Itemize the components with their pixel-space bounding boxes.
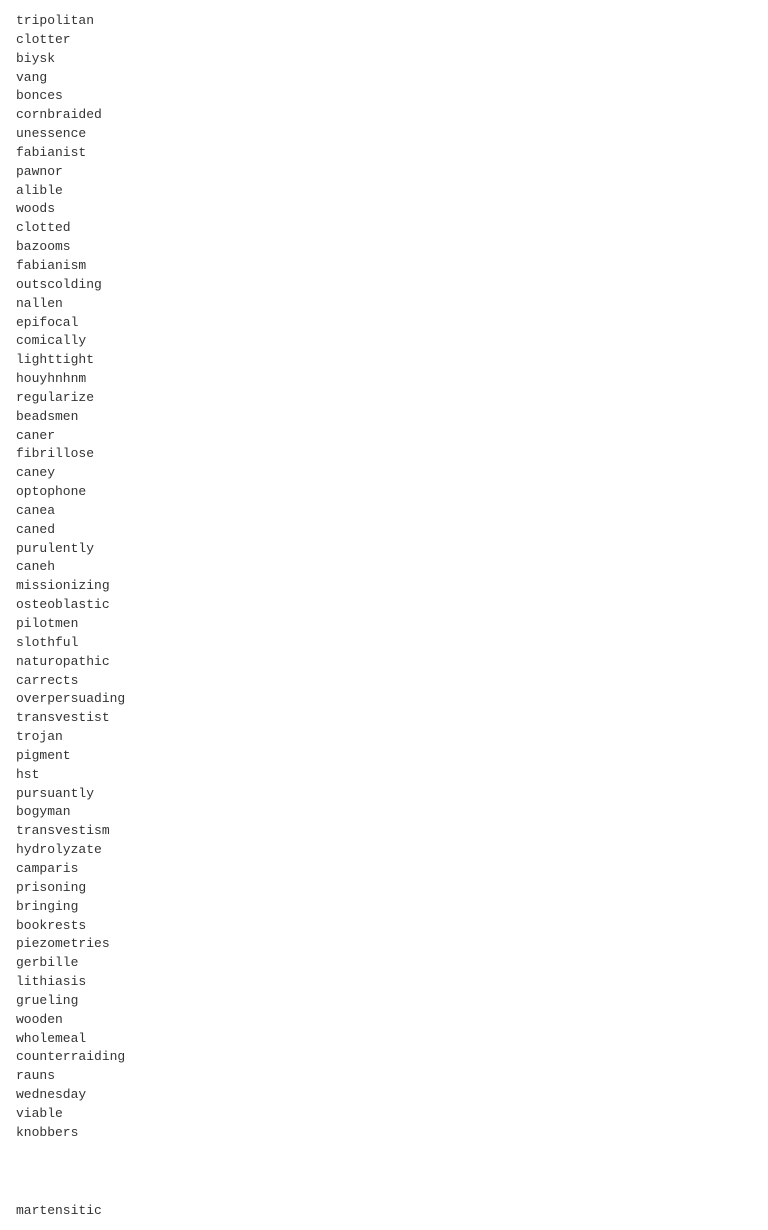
list-item: trojan <box>16 728 752 747</box>
main-word-list: tripolitanclotterbiyskvangboncescornbrai… <box>16 12 752 1143</box>
list-item: epifocal <box>16 314 752 333</box>
list-item: hydrolyzate <box>16 841 752 860</box>
list-item: grueling <box>16 992 752 1011</box>
list-item: caney <box>16 464 752 483</box>
list-item: pilotmen <box>16 615 752 634</box>
list-item: knobbers <box>16 1124 752 1143</box>
list-item: martensitic <box>16 1203 752 1218</box>
list-item: counterraiding <box>16 1048 752 1067</box>
list-item: bonces <box>16 87 752 106</box>
list-item: naturopathic <box>16 653 752 672</box>
list-item: pawnor <box>16 163 752 182</box>
list-item: rauns <box>16 1067 752 1086</box>
list-item: bazooms <box>16 238 752 257</box>
list-item: optophone <box>16 483 752 502</box>
list-item: clotter <box>16 31 752 50</box>
list-item: bookrests <box>16 917 752 936</box>
list-item: osteoblastic <box>16 596 752 615</box>
list-item: comically <box>16 332 752 351</box>
list-item: lighttight <box>16 351 752 370</box>
list-item: purulently <box>16 540 752 559</box>
list-item: transvestist <box>16 709 752 728</box>
list-item: lithiasis <box>16 973 752 992</box>
list-item: woods <box>16 200 752 219</box>
list-item: camparis <box>16 860 752 879</box>
list-item: missionizing <box>16 577 752 596</box>
bottom-word-list: martensitic <box>16 1203 752 1218</box>
list-item: prisoning <box>16 879 752 898</box>
list-item: slothful <box>16 634 752 653</box>
list-item: transvestism <box>16 822 752 841</box>
list-item: fibrillose <box>16 445 752 464</box>
list-item: houyhnhnm <box>16 370 752 389</box>
list-item: biysk <box>16 50 752 69</box>
list-item: nallen <box>16 295 752 314</box>
list-item: bogyman <box>16 803 752 822</box>
list-item: wednesday <box>16 1086 752 1105</box>
list-item: cornbraided <box>16 106 752 125</box>
list-item: tripolitan <box>16 12 752 31</box>
list-item: overpersuading <box>16 690 752 709</box>
list-item: clotted <box>16 219 752 238</box>
list-item: caned <box>16 521 752 540</box>
list-item: piezometries <box>16 935 752 954</box>
list-item: viable <box>16 1105 752 1124</box>
list-item: wooden <box>16 1011 752 1030</box>
list-item: alible <box>16 182 752 201</box>
list-item: caner <box>16 427 752 446</box>
list-item: fabianism <box>16 257 752 276</box>
list-item: beadsmen <box>16 408 752 427</box>
list-item: gerbille <box>16 954 752 973</box>
list-item: wholemeal <box>16 1030 752 1049</box>
list-item: bringing <box>16 898 752 917</box>
list-item: vang <box>16 69 752 88</box>
list-item: caneh <box>16 558 752 577</box>
list-item: carrects <box>16 672 752 691</box>
list-item: canea <box>16 502 752 521</box>
list-item: unessence <box>16 125 752 144</box>
list-item: regularize <box>16 389 752 408</box>
list-item: pursuantly <box>16 785 752 804</box>
list-item: pigment <box>16 747 752 766</box>
list-item: hst <box>16 766 752 785</box>
list-item: outscolding <box>16 276 752 295</box>
list-item: fabianist <box>16 144 752 163</box>
